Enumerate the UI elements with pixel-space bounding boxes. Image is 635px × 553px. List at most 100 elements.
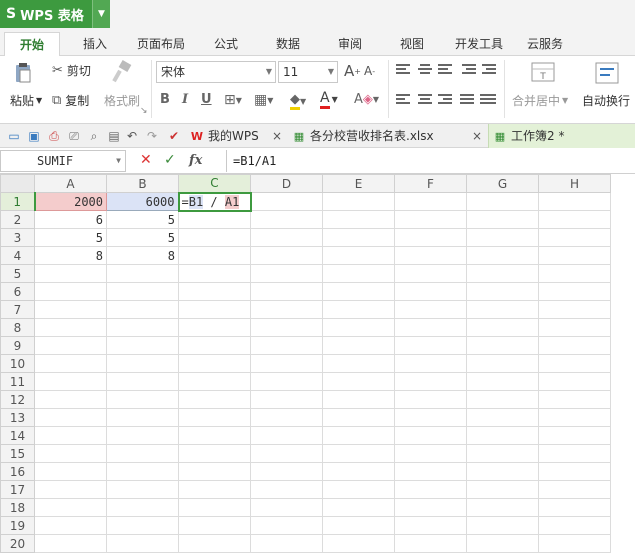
row-header[interactable]: 20 <box>0 534 35 553</box>
cell-e11[interactable] <box>322 372 395 391</box>
cell-h6[interactable] <box>538 282 611 301</box>
tab-home[interactable]: 开始 <box>4 32 60 57</box>
cell-d4[interactable] <box>250 246 323 265</box>
cell-b15[interactable] <box>106 444 179 463</box>
row-header[interactable]: 8 <box>0 318 35 337</box>
cell-a14[interactable] <box>34 426 107 445</box>
cell-h1[interactable] <box>538 192 611 211</box>
cell-b17[interactable] <box>106 480 179 499</box>
cell-f19[interactable] <box>394 516 467 535</box>
cell-c16[interactable] <box>178 462 251 481</box>
tab-data[interactable]: 数据 <box>266 32 310 56</box>
cell-d7[interactable] <box>250 300 323 319</box>
cell-b11[interactable] <box>106 372 179 391</box>
cell-f3[interactable] <box>394 228 467 247</box>
cell-c20[interactable] <box>178 534 251 553</box>
cell-c15[interactable] <box>178 444 251 463</box>
cell-g20[interactable] <box>466 534 539 553</box>
cell-g18[interactable] <box>466 498 539 517</box>
cell-g3[interactable] <box>466 228 539 247</box>
row-header[interactable]: 11 <box>0 372 35 391</box>
cell-a8[interactable] <box>34 318 107 337</box>
row-header[interactable]: 5 <box>0 264 35 283</box>
cell-a15[interactable] <box>34 444 107 463</box>
cell-d18[interactable] <box>250 498 323 517</box>
cell-g12[interactable] <box>466 390 539 409</box>
cell-c9[interactable] <box>178 336 251 355</box>
bold-button[interactable]: B <box>160 92 170 107</box>
tab-page-layout[interactable]: 页面布局 <box>130 32 192 56</box>
tab-review[interactable]: 审阅 <box>328 32 372 56</box>
cell-f14[interactable] <box>394 426 467 445</box>
format-painter-button[interactable] <box>110 60 134 84</box>
row-header[interactable]: 12 <box>0 390 35 409</box>
align-center-icon[interactable] <box>418 94 432 106</box>
column-header-d[interactable]: D <box>250 174 323 193</box>
cell-g16[interactable] <box>466 462 539 481</box>
close-icon[interactable]: × <box>272 124 282 148</box>
cell-style-icon[interactable]: ▦ ▼ <box>254 92 273 108</box>
copy-button[interactable]: ⧉ 复制 <box>52 92 89 109</box>
cell-h5[interactable] <box>538 264 611 283</box>
print-preview-icon[interactable]: ⌕ <box>86 128 102 144</box>
column-header-e[interactable]: E <box>322 174 395 193</box>
spreadsheet-grid[interactable]: A B C D E F G H 1 2000 6000 =B1 / A1 2 6 5 3 5 5 4… <box>0 174 635 553</box>
wrap-text-button[interactable] <box>594 60 620 86</box>
cancel-formula-button[interactable]: ✕ <box>140 152 152 168</box>
folder-icon[interactable]: ▭ <box>6 128 22 144</box>
row-header[interactable]: 15 <box>0 444 35 463</box>
cell-b13[interactable] <box>106 408 179 427</box>
cell-g10[interactable] <box>466 354 539 373</box>
cell-e20[interactable] <box>322 534 395 553</box>
row-header[interactable]: 10 <box>0 354 35 373</box>
cell-b7[interactable] <box>106 300 179 319</box>
cell-b10[interactable] <box>106 354 179 373</box>
distributed-icon[interactable] <box>480 94 496 106</box>
cell-a4[interactable]: 8 <box>34 246 107 265</box>
cell-a7[interactable] <box>34 300 107 319</box>
cell-g5[interactable] <box>466 264 539 283</box>
merge-center-button[interactable]: T <box>530 60 556 86</box>
indent-decrease-icon[interactable] <box>462 64 476 76</box>
confirm-formula-button[interactable]: ✓ <box>164 152 176 168</box>
cell-h3[interactable] <box>538 228 611 247</box>
cell-g2[interactable] <box>466 210 539 229</box>
cell-e17[interactable] <box>322 480 395 499</box>
cell-e15[interactable] <box>322 444 395 463</box>
cell-b8[interactable] <box>106 318 179 337</box>
cell-d15[interactable] <box>250 444 323 463</box>
row-header[interactable]: 16 <box>0 462 35 481</box>
formula-input[interactable]: =B1/A1 <box>226 150 635 172</box>
cell-c3[interactable] <box>178 228 251 247</box>
align-top-icon[interactable] <box>396 64 410 76</box>
cell-e9[interactable] <box>322 336 395 355</box>
column-header-g[interactable]: G <box>466 174 539 193</box>
row-header[interactable]: 1 <box>0 192 36 211</box>
cell-e6[interactable] <box>322 282 395 301</box>
row-header[interactable]: 18 <box>0 498 35 517</box>
cell-b16[interactable] <box>106 462 179 481</box>
cell-h19[interactable] <box>538 516 611 535</box>
cell-a17[interactable] <box>34 480 107 499</box>
cell-e8[interactable] <box>322 318 395 337</box>
cell-a2[interactable]: 6 <box>34 210 107 229</box>
app-menu-button[interactable]: S WPS 表格 <box>0 0 92 28</box>
cell-h17[interactable] <box>538 480 611 499</box>
cell-e19[interactable] <box>322 516 395 535</box>
cell-b20[interactable] <box>106 534 179 553</box>
sheet-table[interactable]: A B C D E F G H 1 2000 6000 =B1 / A1 2 6 5 3 5 5 4… <box>0 174 611 553</box>
row-header[interactable]: 13 <box>0 408 35 427</box>
cell-e10[interactable] <box>322 354 395 373</box>
cell-h4[interactable] <box>538 246 611 265</box>
font-name-select[interactable]: 宋体 ▼ <box>156 61 276 83</box>
cell-d1[interactable] <box>250 192 323 211</box>
row-header[interactable]: 14 <box>0 426 35 445</box>
cell-c2[interactable] <box>178 210 251 229</box>
cell-f5[interactable] <box>394 264 467 283</box>
cell-c17[interactable] <box>178 480 251 499</box>
cell-d19[interactable] <box>250 516 323 535</box>
align-bottom-icon[interactable] <box>438 64 452 76</box>
cell-a5[interactable] <box>34 264 107 283</box>
align-left-icon[interactable] <box>396 94 410 106</box>
cell-g6[interactable] <box>466 282 539 301</box>
